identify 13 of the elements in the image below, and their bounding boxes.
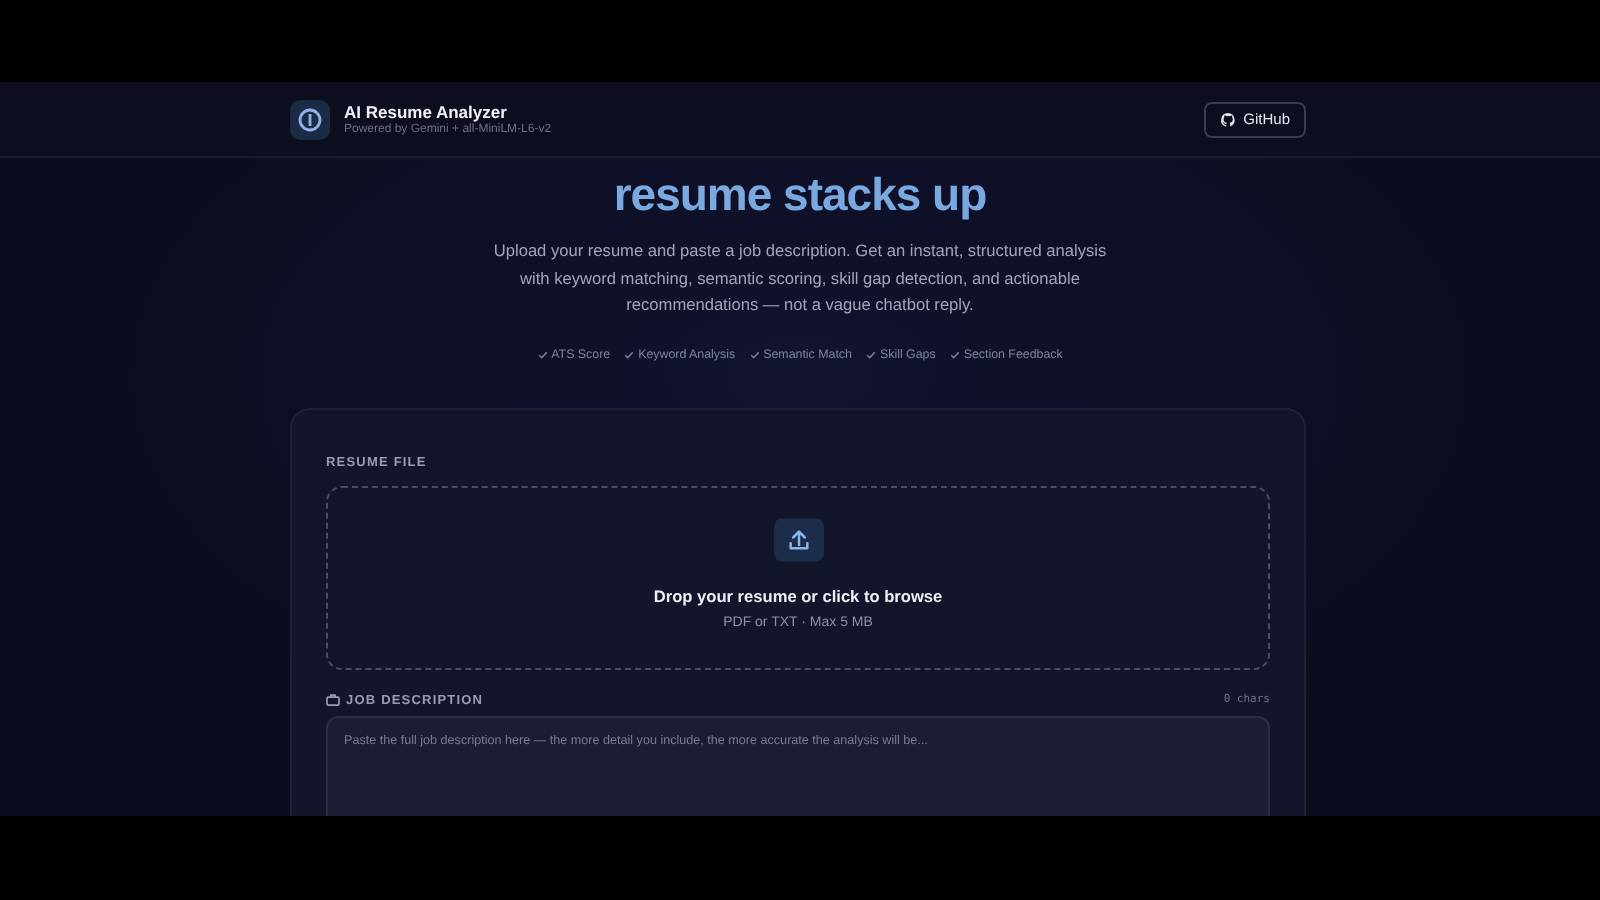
check-icon: [865, 349, 876, 359]
description: Upload your resume and paste a job description. Get an instant, structured analysis with keyword matching, semantic scoring, skill gap detection, and actionable recommendations — not a vague chatbot reply.: [491, 238, 1109, 318]
check-icon: [624, 349, 635, 359]
dropzone-title: Drop your resume or click to browse: [653, 585, 943, 605]
logo-icon: [290, 99, 330, 139]
check-icon: [749, 349, 760, 359]
app-title: AI Resume Analyzer: [344, 102, 509, 122]
check-icon: [949, 349, 960, 359]
briefcase-icon: [326, 694, 340, 706]
headline: resume stacks up: [613, 168, 987, 222]
check-icon: [537, 349, 548, 359]
github-icon: [1219, 111, 1236, 127]
upload-icon: [773, 517, 823, 561]
